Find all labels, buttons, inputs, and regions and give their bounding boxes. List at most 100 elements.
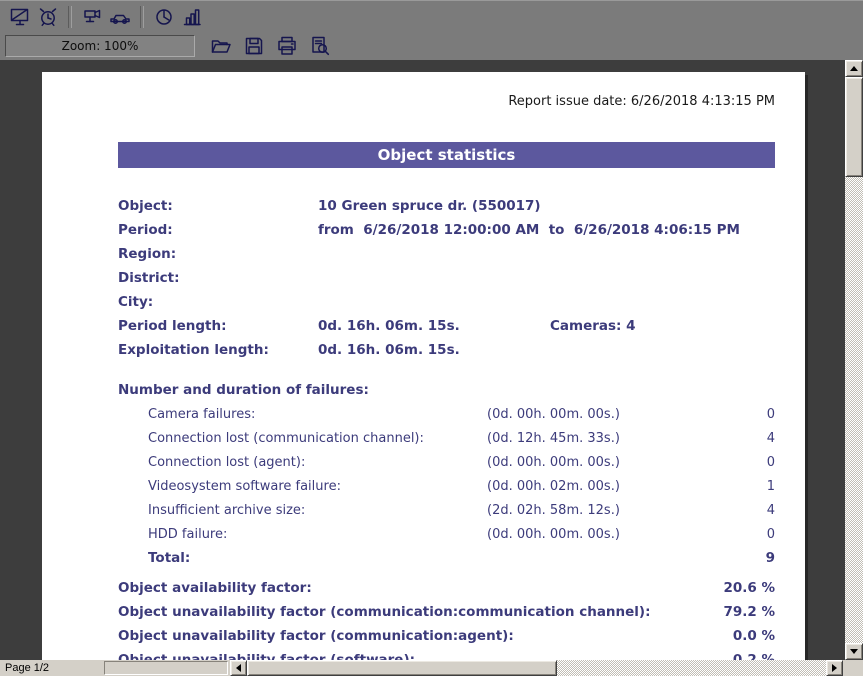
- print-icon: [276, 35, 298, 57]
- failure-label: Connection lost (communication channel):: [148, 431, 487, 446]
- page-indicator: Page 1/2: [0, 662, 104, 674]
- failure-label: Camera failures:: [148, 407, 487, 422]
- factor-value: 0.0 %: [733, 628, 775, 644]
- field-extra: Cameras: 4: [550, 318, 636, 334]
- field-label: District:: [118, 270, 318, 286]
- save-icon: [243, 35, 265, 57]
- field-row-period-length: Period length: 0d. 16h. 06m. 15s. Camera…: [118, 314, 775, 338]
- scroll-left-button[interactable]: [230, 660, 247, 676]
- gauge-icon: [153, 6, 175, 28]
- failure-row: Connection lost (communication channel):…: [118, 426, 775, 450]
- monitor-off-button[interactable]: [6, 4, 34, 30]
- factor-label: Object unavailability factor (communicat…: [118, 604, 723, 620]
- failure-count: 0: [687, 527, 775, 542]
- field-value: 10 Green spruce dr. (550017): [318, 198, 550, 214]
- failure-count: 0: [687, 455, 775, 470]
- failure-row: Videosystem software failure: (0d. 00h. …: [118, 474, 775, 498]
- field-value: 0d. 16h. 06m. 15s.: [318, 318, 550, 334]
- factor-value: 20.6 %: [723, 580, 775, 596]
- field-label: Period:: [118, 222, 318, 238]
- zoom-control[interactable]: Zoom: 100%: [5, 35, 195, 57]
- failure-label: Connection lost (agent):: [148, 455, 487, 470]
- failures-total-row: Total: 9: [118, 546, 775, 570]
- field-row-city: City:: [118, 290, 775, 314]
- horizontal-scrollbar-thumb[interactable]: [247, 660, 557, 676]
- scroll-left-icon: [236, 664, 241, 672]
- report-title: Object statistics: [118, 142, 775, 168]
- bar-chart-icon: [181, 6, 203, 28]
- total-value: 9: [687, 550, 775, 566]
- factor-value: 0.2 %: [733, 652, 775, 660]
- status-corner: [843, 660, 863, 676]
- bar-chart-button[interactable]: [178, 4, 206, 30]
- save-button[interactable]: [240, 33, 268, 59]
- failures-heading: Number and duration of failures:: [118, 378, 775, 402]
- camera-icon: [81, 6, 103, 28]
- field-value: 0d. 16h. 06m. 15s.: [318, 342, 550, 358]
- factor-row: Object availability factor: 20.6 %: [118, 576, 775, 600]
- status-bar: Page 1/2: [0, 660, 863, 676]
- factor-label: Object availability factor:: [118, 580, 723, 596]
- factor-label: Object unavailability factor (communicat…: [118, 628, 733, 644]
- vertical-scrollbar-thumb[interactable]: [845, 77, 863, 177]
- failure-row: HDD failure: (0d. 00h. 00m. 00s.) 0: [118, 522, 775, 546]
- open-button[interactable]: [207, 33, 235, 59]
- alarm-clock-icon: [37, 6, 59, 28]
- preview-area: Report issue date: 6/26/2018 4:13:15 PM …: [0, 60, 845, 660]
- field-label: City:: [118, 294, 318, 310]
- field-label: Object:: [118, 198, 318, 214]
- scroll-right-button[interactable]: [826, 660, 843, 676]
- failure-duration: (2d. 02h. 58m. 12s.): [487, 503, 687, 518]
- field-label: Exploitation length:: [118, 342, 318, 358]
- factor-value: 79.2 %: [723, 604, 775, 620]
- report-issue-date: Report issue date: 6/26/2018 4:13:15 PM: [118, 92, 775, 112]
- report-fields: Object: 10 Green spruce dr. (550017) Per…: [118, 194, 775, 362]
- toolbar-separator: [140, 6, 144, 28]
- print-button[interactable]: [273, 33, 301, 59]
- failure-row: Connection lost (agent): (0d. 00h. 00m. …: [118, 450, 775, 474]
- field-label: Region:: [118, 246, 318, 262]
- failure-count: 0: [687, 407, 775, 422]
- scroll-right-icon: [832, 664, 837, 672]
- failure-row: Insufficient archive size: (2d. 02h. 58m…: [118, 498, 775, 522]
- failure-label: Insufficient archive size:: [148, 503, 487, 518]
- field-row-object: Object: 10 Green spruce dr. (550017): [118, 194, 775, 218]
- total-label: Total:: [148, 550, 487, 566]
- field-row-exploitation-length: Exploitation length: 0d. 16h. 06m. 15s.: [118, 338, 775, 362]
- preview-button[interactable]: [306, 33, 334, 59]
- alarm-clock-button[interactable]: [34, 4, 62, 30]
- failures-table: Camera failures: (0d. 00h. 00m. 00s.) 0 …: [118, 402, 775, 570]
- zoom-label: Zoom: 100%: [62, 39, 139, 53]
- gauge-button[interactable]: [150, 4, 178, 30]
- failure-duration: (0d. 00h. 00m. 00s.): [487, 527, 687, 542]
- failure-duration: (0d. 12h. 45m. 33s.): [487, 431, 687, 446]
- status-panel: [104, 661, 228, 675]
- failure-duration: (0d. 00h. 00m. 00s.): [487, 455, 687, 470]
- field-label: Period length:: [118, 318, 318, 334]
- field-row-period: Period: from 6/26/2018 12:00:00 AM to 6/…: [118, 218, 775, 242]
- camera-button[interactable]: [78, 4, 106, 30]
- horizontal-scrollbar[interactable]: [230, 660, 843, 676]
- car-icon: [109, 6, 131, 28]
- monitor-off-icon: [9, 6, 31, 28]
- report-page: Report issue date: 6/26/2018 4:13:15 PM …: [42, 72, 805, 660]
- scroll-up-button[interactable]: [845, 60, 863, 77]
- failure-count: 4: [687, 431, 775, 446]
- failure-duration: (0d. 00h. 02m. 00s.): [487, 479, 687, 494]
- toolbar-separator: [68, 6, 72, 28]
- scroll-down-button[interactable]: [845, 643, 863, 660]
- field-row-region: Region:: [118, 242, 775, 266]
- factor-label: Object unavailability factor (software):: [118, 652, 733, 660]
- factor-row: Object unavailability factor (communicat…: [118, 624, 775, 648]
- scroll-up-icon: [850, 66, 858, 71]
- failure-count: 1: [687, 479, 775, 494]
- car-button[interactable]: [106, 4, 134, 30]
- factor-row: Object unavailability factor (communicat…: [118, 600, 775, 624]
- main-toolbar: [0, 0, 863, 32]
- preview-toolbar: Zoom: 100%: [0, 32, 863, 60]
- failure-row: Camera failures: (0d. 00h. 00m. 00s.) 0: [118, 402, 775, 426]
- open-folder-icon: [210, 35, 232, 57]
- factors-list: Object availability factor: 20.6 % Objec…: [118, 576, 775, 660]
- vertical-scrollbar[interactable]: [845, 60, 863, 660]
- failure-label: HDD failure:: [148, 527, 487, 542]
